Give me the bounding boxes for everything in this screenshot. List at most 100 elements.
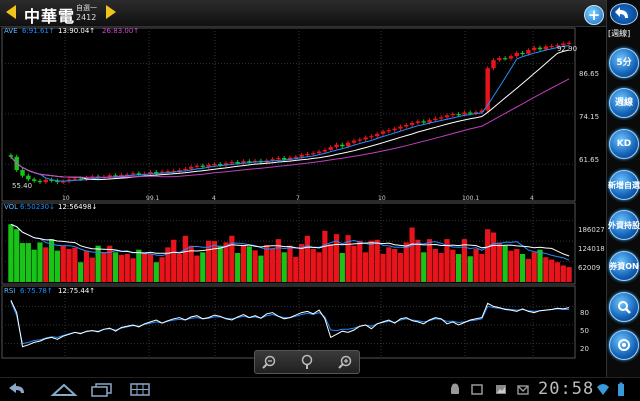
- volume-bar: [200, 252, 206, 282]
- candle-body: [386, 130, 392, 132]
- volume-bar: [19, 243, 26, 282]
- app-grid-icon[interactable]: [128, 382, 152, 397]
- volume-bar: [421, 252, 427, 282]
- 5min-button[interactable]: 5分: [609, 48, 639, 78]
- candle-body: [72, 178, 78, 180]
- zoom-slider-icon[interactable]: [299, 354, 315, 370]
- volume-bar: [89, 257, 95, 282]
- x-tick: 10: [62, 195, 70, 202]
- volume-bar: [112, 252, 119, 282]
- candle-body: [438, 117, 444, 119]
- candle-body: [328, 147, 333, 150]
- volume-bar: [281, 252, 287, 282]
- gmail-notification-icon: [517, 385, 529, 395]
- volume-tick: 124018: [578, 245, 605, 253]
- candle-body: [351, 140, 357, 143]
- volume-bar: [130, 258, 136, 282]
- volume-bar: [246, 246, 252, 282]
- battery-icon: [618, 382, 624, 396]
- candle-body: [549, 46, 554, 48]
- stock-header: 中華電 自選一 2412: [0, 0, 606, 27]
- volume-bar: [415, 239, 421, 282]
- add-button[interactable]: +: [584, 5, 604, 25]
- volume-bar: [496, 242, 502, 282]
- zoom-in-icon[interactable]: [337, 354, 353, 370]
- volume-bar: [519, 253, 526, 282]
- candle-body: [456, 114, 461, 116]
- candle-body: [526, 50, 531, 54]
- volume-bar: [8, 224, 14, 282]
- candle-body: [450, 114, 456, 116]
- prev-stock-arrow-icon[interactable]: [6, 5, 16, 19]
- volume-bar: [485, 229, 491, 282]
- volume-bar: [537, 249, 543, 282]
- candle-body: [485, 68, 490, 111]
- weekly-button[interactable]: 週線: [609, 88, 639, 118]
- candle-body: [502, 58, 508, 60]
- x-tick: 10: [378, 195, 386, 202]
- add-favorite-button[interactable]: 新增自選: [608, 170, 640, 200]
- volume-bar: [438, 252, 444, 282]
- volume-bar: [48, 239, 55, 282]
- candle-body: [392, 128, 397, 131]
- volume-bar: [264, 245, 270, 282]
- volume-bar: [217, 245, 223, 282]
- ma26-line: [10, 78, 570, 178]
- legend-ma26: 26:83.00↑: [102, 27, 139, 35]
- candle-body: [130, 173, 136, 175]
- margin-toggle-button[interactable]: 券資ON: [609, 251, 639, 281]
- candle-body: [462, 112, 467, 115]
- x-tick: 4: [212, 195, 216, 202]
- home-nav-icon[interactable]: [50, 382, 78, 397]
- volume-bar: [176, 253, 183, 282]
- volume-bar: [554, 262, 561, 282]
- legend-rsi12: 12:75.44↑: [58, 287, 95, 295]
- volume-bar: [37, 242, 43, 282]
- volume-bar: [159, 257, 165, 282]
- stock-chart[interactable]: AVE 6:91.61↑ 13:90.04↑ 26:83.00↑ 92.90 5…: [0, 26, 606, 376]
- volume-bar: [450, 249, 456, 282]
- next-stock-arrow-icon[interactable]: [106, 5, 116, 19]
- price-tick: 74.15: [579, 113, 599, 121]
- volume-bar: [357, 240, 363, 282]
- zoom-out-icon[interactable]: [261, 354, 277, 370]
- x-tick: 7: [296, 195, 300, 202]
- volume-bar: [392, 249, 398, 282]
- back-nav-icon[interactable]: [6, 382, 28, 397]
- volume-bar: [543, 257, 549, 282]
- volume-bar: [142, 252, 148, 282]
- price-low-label: 55.40: [12, 182, 32, 190]
- volume-bar: [124, 253, 130, 282]
- volume-bar: [60, 245, 66, 282]
- candle-body: [276, 157, 281, 160]
- candle-body: [433, 118, 438, 121]
- volume-bar: [525, 258, 532, 282]
- volume-bar: [287, 245, 293, 282]
- candle-body: [188, 166, 194, 169]
- stock-name: 中華電: [24, 7, 76, 26]
- candle-body: [537, 47, 543, 50]
- volume-bar: [351, 245, 357, 282]
- kd-button[interactable]: KD: [609, 129, 639, 159]
- volume-bar: [467, 256, 473, 282]
- foreign-holdings-button[interactable]: 外資持股: [608, 210, 640, 240]
- candle-body: [229, 162, 235, 164]
- volume-bar: [54, 250, 61, 282]
- volume-bar: [235, 252, 241, 282]
- candle-body: [375, 133, 380, 137]
- candle-body: [566, 42, 572, 45]
- candle-body: [444, 115, 450, 118]
- candle-body: [316, 151, 322, 154]
- volume-bar: [194, 255, 200, 282]
- candle-body: [369, 136, 374, 138]
- search-icon[interactable]: [609, 292, 639, 322]
- volume-bar: [43, 247, 49, 282]
- volume-bar: [95, 245, 101, 282]
- settings-icon[interactable]: [609, 330, 639, 360]
- x-tick: 4: [530, 195, 534, 202]
- recent-apps-icon[interactable]: [90, 382, 114, 397]
- price-tick: 86.65: [579, 70, 599, 78]
- back-arrow-icon[interactable]: [610, 3, 638, 25]
- candle-body: [514, 52, 519, 57]
- legend-ave: AVE: [4, 27, 18, 35]
